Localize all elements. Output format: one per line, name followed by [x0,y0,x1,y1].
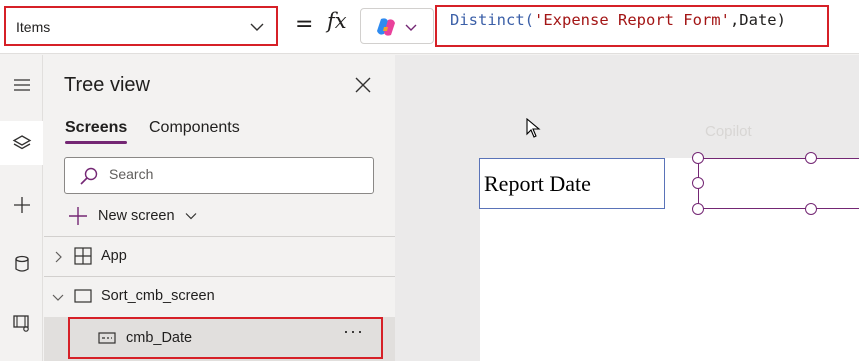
fx-icon[interactable]: fx [327,9,347,33]
tree-node-label: App [101,248,127,264]
search-box[interactable] [64,157,374,194]
report-date-text: Report Date [484,171,591,196]
property-dropdown[interactable]: Items [4,6,278,46]
chevron-down-icon [185,213,196,220]
formula-input[interactable]: Distinct('Expense Report Form',Date) [435,5,829,47]
equals-sign: = [295,12,314,37]
new-screen-button[interactable]: New screen [68,203,198,229]
resize-handle[interactable] [805,203,817,215]
app-grid-icon [74,247,92,265]
panel-title: Tree view [64,74,150,96]
chevron-down-icon [250,23,264,31]
mouse-cursor-icon [526,118,541,138]
tree-node-screen[interactable]: Sort_cmb_screen [44,277,395,316]
resize-handle[interactable] [692,203,704,215]
resize-handle[interactable] [805,152,817,164]
formula-text: Distinct('Expense Report Form',Date) [450,11,786,29]
report-date-label[interactable]: Report Date [479,158,665,209]
plus-icon [13,197,30,213]
search-icon [80,167,98,185]
resize-handle[interactable] [692,177,704,189]
formula-string: 'Expense Report Form' [534,11,730,29]
plus-icon [69,207,87,225]
selected-combobox[interactable] [698,158,859,209]
copilot-button[interactable] [360,8,434,44]
hamburger-button[interactable] [0,63,43,107]
left-rail [0,55,43,361]
tab-screens[interactable]: Screens [65,119,127,137]
data-button[interactable] [0,242,43,286]
copilot-logo-icon [377,18,395,36]
highlight-outline [68,317,383,359]
resize-handle[interactable] [692,152,704,164]
formula-rest: ,Date) [729,11,786,29]
chevron-down-icon[interactable] [51,290,65,304]
chevron-right-icon[interactable] [51,250,65,264]
tree-view-panel: Tree view Screens Components New screen … [44,55,395,361]
close-icon[interactable] [354,76,372,94]
chevron-down-icon [405,24,417,31]
tree-view-button[interactable] [0,121,43,165]
media-icon [12,315,29,332]
new-screen-label: New screen [98,208,175,224]
formula-bar: Items = fx Distinct('Expense Report Form… [0,0,859,54]
tree-node-app[interactable]: App [44,237,395,276]
insert-button[interactable] [0,183,43,227]
ghost-copilot-label: Copilot [705,123,752,140]
active-tab-indicator [65,141,127,144]
tree-node-label: Sort_cmb_screen [101,288,215,304]
search-input[interactable] [109,166,359,182]
hamburger-icon [13,79,30,91]
screen-icon [74,289,92,303]
canvas-area[interactable]: Copilot Report Date [395,55,859,361]
layers-icon [12,135,31,150]
media-button[interactable] [0,301,43,345]
formula-function: Distinct( [450,11,534,29]
database-icon [14,255,29,272]
tab-components[interactable]: Components [149,119,240,137]
property-value: Items [16,19,51,35]
